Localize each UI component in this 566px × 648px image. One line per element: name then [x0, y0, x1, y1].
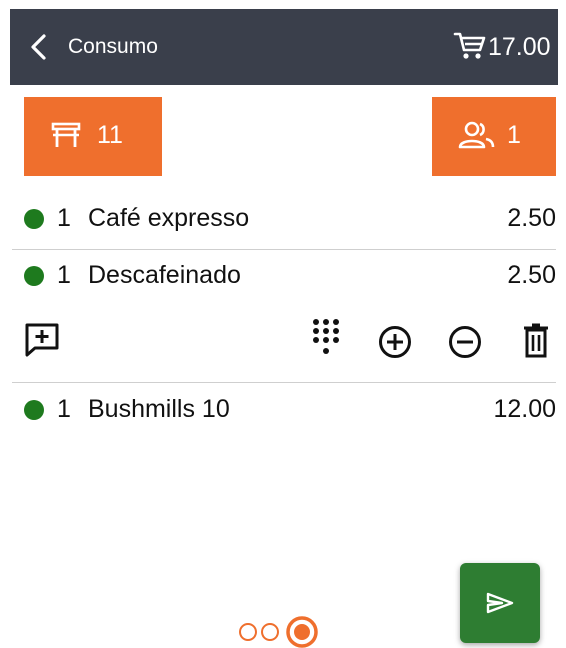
divider [12, 382, 556, 383]
people-count: 1 [507, 121, 521, 149]
cart-icon[interactable] [453, 31, 487, 61]
item-price: 2.50 [507, 261, 556, 289]
top-app-bar: Consumo 17.00 [10, 9, 558, 85]
item-price: 2.50 [507, 204, 556, 232]
status-dot [24, 400, 44, 420]
page-dot [261, 623, 279, 641]
item-qty: 1 [57, 261, 71, 289]
people-button[interactable]: 1 [432, 97, 556, 176]
minus-circle-icon[interactable] [448, 325, 482, 359]
item-qty: 1 [57, 204, 71, 232]
table-number: 11 [97, 121, 123, 149]
status-dot [24, 209, 44, 229]
order-item[interactable]: 1 Café expresso 2.50 [24, 199, 556, 239]
page-dot [239, 623, 257, 641]
table-icon [51, 122, 81, 147]
status-dot [24, 266, 44, 286]
item-qty: 1 [57, 395, 71, 423]
divider [12, 249, 556, 250]
cart-total[interactable]: 17.00 [488, 33, 551, 62]
people-icon [458, 121, 495, 149]
page-indicator [239, 616, 318, 648]
keypad-icon[interactable] [311, 318, 341, 360]
item-price: 12.00 [493, 395, 556, 423]
send-icon [486, 592, 514, 614]
table-button[interactable]: 11 [24, 97, 162, 176]
add-note-icon[interactable] [24, 322, 60, 358]
item-name: Descafeinado [88, 261, 241, 289]
plus-circle-icon[interactable] [378, 325, 412, 359]
send-button[interactable] [460, 563, 540, 643]
item-name: Bushmills 10 [88, 395, 230, 423]
trash-icon[interactable] [522, 323, 550, 359]
order-item-selected[interactable]: 1 Descafeinado 2.50 [24, 256, 556, 296]
page-title: Consumo [68, 35, 158, 58]
order-item[interactable]: 1 Bushmills 10 12.00 [24, 390, 556, 430]
back-arrow-icon[interactable] [24, 31, 54, 63]
item-name: Café expresso [88, 204, 250, 232]
